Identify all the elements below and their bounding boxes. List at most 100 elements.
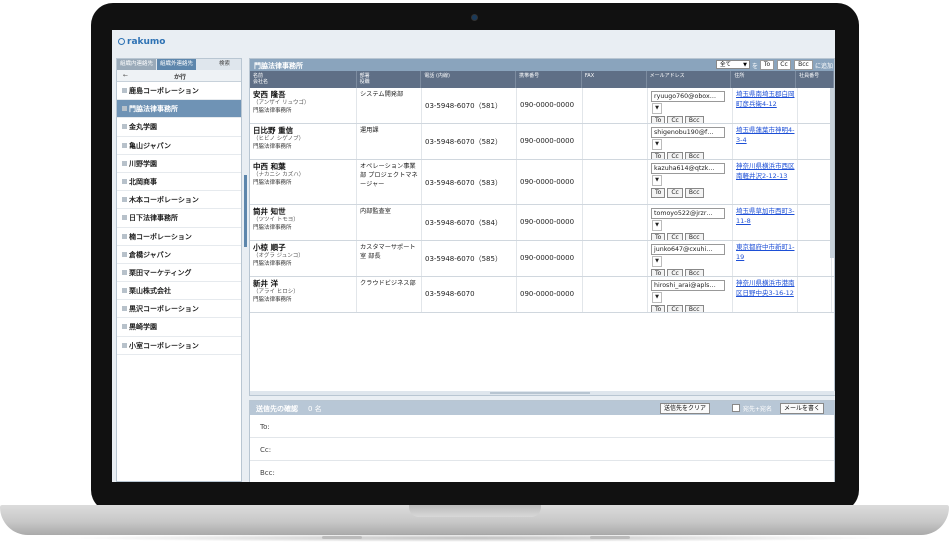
company-item[interactable]: 川野学園 [117,155,241,173]
company-item[interactable]: 鹿島コーポレーション [117,82,241,101]
table-row[interactable]: 筒井 知世 （ツツイ トモヨ） 門脇法律事務所 内部監査室 03-5948-6070（5… [250,205,834,241]
email-select[interactable]: hiroshi_arai@apls… [651,280,725,291]
cc-field[interactable]: Cc: [250,438,834,461]
col-employee-no[interactable]: 社員番号 [796,71,834,88]
header-cc-button[interactable]: Cc [777,60,791,70]
company-item[interactable]: 栗田マーケティング [117,264,241,283]
bcc-button[interactable]: Bcc [684,305,704,312]
sidebar-scrollbar[interactable] [244,175,247,247]
company-label: 日下法律事務所 [129,214,178,223]
cc-button[interactable]: Cc [667,305,683,312]
back-arrow-icon[interactable]: ← [123,72,128,79]
table-row[interactable]: 中西 和葉 （ナカニシ カズハ） 門脇法律事務所 オペレーション事業部 プロジェクトマ… [250,160,834,205]
company-item[interactable]: 木本コーポレーション [117,191,241,210]
splitter[interactable] [250,391,835,395]
chevron-down-icon[interactable]: ▼ [652,220,662,231]
to-button[interactable]: To [651,305,666,312]
table-row[interactable]: 日比野 重信 （ヒビノ シゲノブ） 門脇法律事務所 運用課 03-5948-6070（5… [250,124,834,160]
contact-kana: （オグラ ジュンコ） [253,253,304,259]
bcc-button[interactable]: Bcc [684,116,704,123]
company-item[interactable]: 亀山ジャパン [117,137,241,155]
address-cell: 埼玉県草加市西町3-11-8 [733,205,798,240]
col-dept[interactable]: 部署 役職 [357,71,422,88]
phone-cell: 03-5948-6070（585） [422,241,517,276]
employee-no-cell [798,124,832,159]
to-button[interactable]: To [651,188,666,198]
name-cell: 小椋 順子 （オグラ ジュンコ） 門脇法律事務所 [250,241,357,276]
tab-search[interactable]: 検索 [215,59,240,70]
col-phone[interactable]: 電話 (内線) [421,71,517,88]
table-row[interactable]: 新井 洋（アライ ヒロシ） 門脇法律事務所 クラウドビジネス部 03-5948-607… [250,277,834,313]
to-button[interactable]: To [651,233,666,240]
bcc-field[interactable]: Bcc: [250,461,834,482]
company-item[interactable]: 小室コーポレーション [117,337,241,355]
company-item[interactable]: 黒崎学園 [117,318,241,337]
col-mobile[interactable]: 携帯番号 [516,71,582,88]
address-name-checkbox[interactable] [732,404,740,412]
tab-external-contacts[interactable]: 組織外連絡先 [157,59,197,70]
col-address[interactable]: 住所 [731,71,797,88]
tab-internal-contacts[interactable]: 組織内連絡先 [117,59,157,70]
address-link[interactable]: 埼玉県草加市西町3-11-8 [736,207,795,226]
to-field[interactable]: To: [250,415,834,438]
to-button[interactable]: To [651,116,666,123]
col-name[interactable]: 名前 会社名 [250,71,357,88]
header-bcc-button[interactable]: Bcc [794,60,813,70]
address-name-label: 宛先+宛名 [743,406,773,413]
cc-button[interactable]: Cc [667,233,683,240]
email-select[interactable]: kazuha614@qtzk… [651,163,725,174]
company-label: 川野学園 [129,159,157,168]
email-select[interactable]: shigenobu190@f… [651,127,725,138]
company-item[interactable]: 日下法律事務所 [117,209,241,228]
clear-recipients-button[interactable]: 送信先をクリア [660,403,711,414]
contact-dept: 運用課 [360,127,379,134]
compose-mail-button[interactable]: メールを書く [780,403,825,414]
col-fax[interactable]: FAX [582,71,647,88]
address-link[interactable]: 埼玉県南埼玉郡白岡町彦兵衛4-12 [736,90,795,109]
chevron-down-icon[interactable]: ▼ [652,175,662,186]
address-link[interactable]: 埼玉県蓮葉市神明4-3-4 [736,126,795,145]
fax-cell [583,277,648,312]
cc-button[interactable]: Cc [667,188,683,198]
table-scrollbar[interactable] [830,88,834,258]
email-select[interactable]: ryuugo760@obox… [651,91,725,102]
bcc-button[interactable]: Bcc [684,233,704,240]
cc-button[interactable]: Cc [667,116,683,123]
cc-button[interactable]: Cc [667,269,683,276]
company-list: 鹿島コーポレーション 門脇法律事務所 金丸学園 亀山ジャパン川野学園北岡商事木本コーポ… [117,82,241,355]
address-link[interactable]: 東京都府中市新町1-19 [736,243,795,262]
bcc-button[interactable]: Bcc [684,152,704,159]
dept-cell: クラウドビジネス部 [357,277,422,312]
company-item[interactable]: 楠コーポレーション [117,228,241,246]
employee-no-cell [798,205,832,240]
company-item[interactable]: 栗山株式会社 [117,282,241,301]
to-button[interactable]: To [651,269,666,276]
bcc-button[interactable]: Bcc [684,188,704,198]
company-item[interactable]: 金丸学園 [117,118,241,137]
company-item[interactable]: 北岡商事 [117,173,241,192]
company-item[interactable]: 黒沢コーポレーション [117,300,241,319]
sidebar-tabs: 組織内連絡先 組織外連絡先 検索 [117,59,241,70]
chevron-down-icon[interactable]: ▼ [652,139,662,150]
chevron-down-icon[interactable]: ▼ [652,292,662,303]
company-item[interactable]: 門脇法律事務所 [117,100,241,119]
company-label: 木本コーポレーション [129,196,199,205]
to-button[interactable]: To [651,152,666,159]
col-email[interactable]: メールアドレス [647,71,732,88]
table-row[interactable]: 小椋 順子 （オグラ ジュンコ） 門脇法律事務所 カスタマーサポート室 部長 03-59… [250,241,834,277]
filter-select[interactable]: 全て ▼ [716,60,750,69]
address-link[interactable]: 神奈川県横浜市西区南軽井沢2-12-13 [736,162,795,181]
cc-button[interactable]: Cc [667,152,683,159]
header-to-button[interactable]: To [760,60,774,70]
company-item[interactable]: 倉橋ジャパン [117,246,241,264]
splitter-grip[interactable] [490,392,590,394]
chevron-down-icon[interactable]: ▼ [652,103,662,114]
bcc-button[interactable]: Bcc [684,269,704,276]
address-link[interactable]: 神奈川県横浜市港南区日野中央3-16-12 [736,279,795,298]
mobile-cell: 090-0000-0000 [517,88,583,123]
chevron-down-icon[interactable]: ▼ [652,256,662,267]
table-row[interactable]: 安西 隆吾 （アンザイ リュウゴ） 門脇法律事務所 システム開発部 03-5948-60… [250,88,834,124]
email-select[interactable]: junko647@cxuhi… [651,244,725,255]
folder-icon [122,106,127,112]
email-select[interactable]: tomoyo522@jrzr… [651,208,725,219]
